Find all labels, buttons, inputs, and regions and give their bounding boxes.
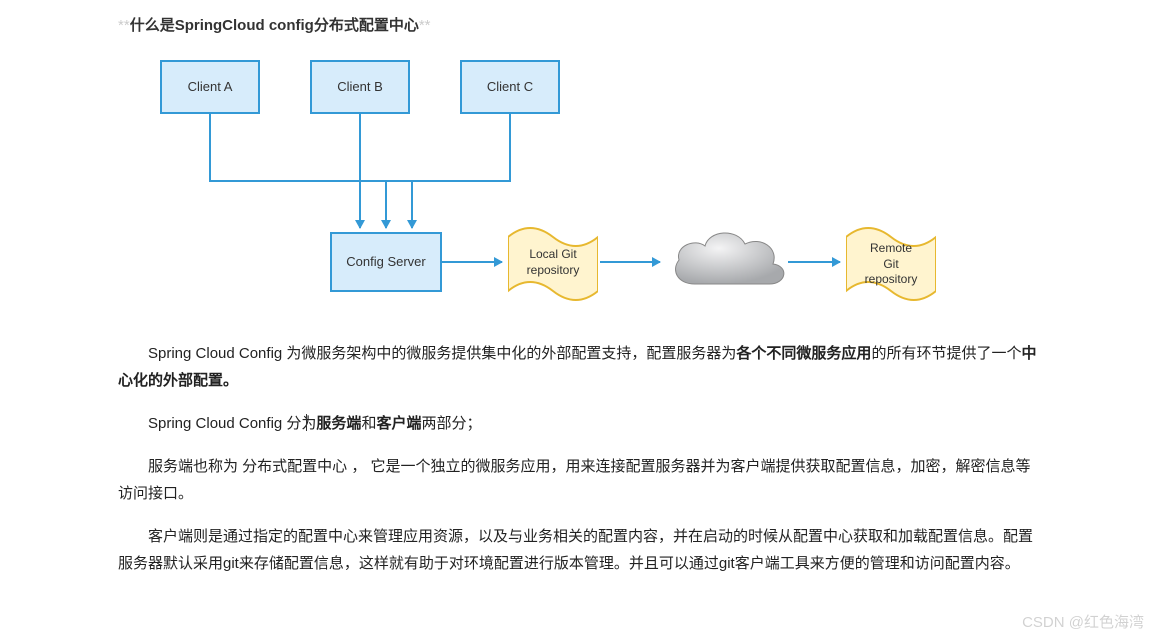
- article-body: Spring Cloud Config 为微服务架构中的微服务提供集中化的外部配…: [118, 340, 1038, 593]
- arrow-into-server-1: [359, 180, 361, 228]
- arrow-into-server-3: [411, 180, 413, 228]
- p2-a: Spring Cloud Config 分为: [148, 415, 316, 432]
- watermark: CSDN @红色海湾: [1022, 609, 1144, 636]
- local-git-repo: Local Git repository: [508, 225, 598, 303]
- p2-b: 服务端: [316, 415, 361, 432]
- p2-e: 两部分；: [421, 415, 481, 432]
- paragraph-3: 服务端也称为 分布式配置中心 ， 它是一个独立的微服务应用，用来连接配置服务器并…: [118, 453, 1038, 507]
- p1-c: 的所有环节提供了一个: [871, 345, 1021, 362]
- client-c-label: Client C: [487, 75, 533, 98]
- arrow-to-remote-git: [788, 261, 840, 263]
- p1-a: Spring Cloud Config 为微服务架构中的微服务提供集中化的外部配…: [148, 345, 736, 362]
- remote-git-repo: Remote Git repository: [846, 225, 936, 303]
- cloud-icon: [665, 222, 795, 302]
- client-a-label: Client A: [188, 75, 233, 98]
- client-a-box: Client A: [160, 60, 260, 114]
- p2-c: 和: [361, 415, 376, 432]
- paragraph-2: Spring Cloud Config 分为服务端和客户端两部分；: [118, 410, 1038, 437]
- client-b-box: Client B: [310, 60, 410, 114]
- p2-d: 客户端: [376, 415, 421, 432]
- page-title: **什么是SpringCloud config分布式配置中心**: [118, 12, 431, 39]
- architecture-diagram: Client A Client B Client C Config Server…: [140, 50, 960, 330]
- config-server-label: Config Server: [346, 250, 425, 273]
- paragraph-4: 客户端则是通过指定的配置中心来管理应用资源，以及与业务相关的配置内容，并在启动的…: [118, 523, 1038, 577]
- arrow-into-server-2: [385, 180, 387, 228]
- arrow-to-local-git: [442, 261, 502, 263]
- client-c-box: Client C: [460, 60, 560, 114]
- local-git-label: Local Git repository: [508, 247, 598, 278]
- remote-git-label: Remote Git repository: [846, 241, 936, 288]
- config-server-box: Config Server: [330, 232, 442, 292]
- line-client-c-down: [509, 114, 511, 180]
- arrow-to-cloud: [600, 261, 660, 263]
- client-b-label: Client B: [337, 75, 383, 98]
- title-text: 什么是SpringCloud config分布式配置中心: [130, 17, 419, 34]
- paragraph-1: Spring Cloud Config 为微服务架构中的微服务提供集中化的外部配…: [118, 340, 1038, 394]
- line-client-a-down: [209, 114, 211, 180]
- p1-b: 各个不同微服务应用: [736, 345, 871, 362]
- text-cursor-icon: [306, 414, 307, 431]
- line-client-b-down: [359, 114, 361, 180]
- title-stars-right: **: [419, 17, 431, 34]
- title-stars-left: **: [118, 17, 130, 34]
